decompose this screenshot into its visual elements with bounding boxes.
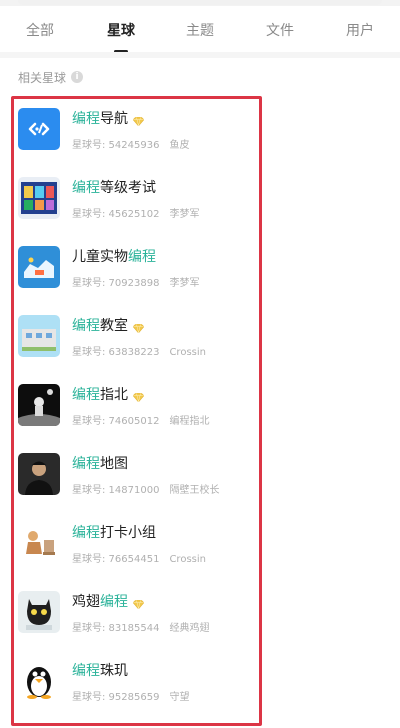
tab-files[interactable]: 文件 xyxy=(266,20,294,40)
planet-name: 编程 珠玑 xyxy=(72,660,128,680)
planet-avatar xyxy=(18,522,60,564)
diamond-icon xyxy=(132,390,145,402)
planet-owner: 编程指北 xyxy=(169,416,210,427)
planet-owner: Crossin xyxy=(169,347,206,358)
planet-id: 星球号: 14871000 xyxy=(72,485,160,496)
info-icon[interactable]: i xyxy=(71,71,84,83)
planet-list-item[interactable]: 儿童实物 编程星球号: 70923898 李梦军 xyxy=(0,246,400,314)
planet-avatar xyxy=(18,453,60,495)
planet-meta: 星球号: 95285659 守望 xyxy=(72,688,189,703)
planet-avatar xyxy=(18,591,60,633)
planet-name-keyword: 编程 xyxy=(72,663,100,679)
planet-meta: 星球号: 70923898 李梦军 xyxy=(72,274,199,289)
planet-id: 星球号: 74605012 xyxy=(72,416,160,427)
planet-name: 编程 打卡小组 xyxy=(72,522,156,542)
planet-name-keyword: 编程 xyxy=(72,180,100,196)
planet-list-item[interactable]: 编程 等级考试星球号: 45625102 李梦军 xyxy=(0,177,400,245)
planet-meta: 星球号: 76654451 Crossin xyxy=(72,550,206,565)
planet-name-prefix: 儿童实物 xyxy=(72,249,128,265)
planet-name-suffix: 等级考试 xyxy=(100,180,156,196)
planet-meta: 星球号: 14871000 隔壁王校长 xyxy=(72,481,219,496)
planet-avatar xyxy=(18,384,60,426)
planet-name-suffix: 导航 xyxy=(100,111,128,127)
section-header: 相关星球 i xyxy=(18,68,84,86)
planet-list-item[interactable]: 编程 教室星球号: 63838223 Crossin xyxy=(0,315,400,383)
planet-meta: 星球号: 74605012 编程指北 xyxy=(72,412,209,427)
planet-meta: 星球号: 83185544 经典鸡翅 xyxy=(72,619,209,634)
planet-name-suffix: 地图 xyxy=(100,456,128,472)
planet-id: 星球号: 45625102 xyxy=(72,209,160,220)
planet-name-keyword: 编程 xyxy=(128,249,156,265)
planet-id: 星球号: 70923898 xyxy=(72,278,160,289)
planet-name-suffix: 珠玑 xyxy=(100,663,128,679)
tab-planets[interactable]: 星球 xyxy=(107,20,135,40)
tab-topics[interactable]: 主题 xyxy=(186,20,214,40)
planet-name-suffix: 教室 xyxy=(100,318,128,334)
planet-owner: 经典鸡翅 xyxy=(169,623,210,634)
planet-list-item[interactable]: 鸡翅 编程星球号: 83185544 经典鸡翅 xyxy=(0,591,400,659)
planet-avatar xyxy=(18,660,60,702)
search-area-edge xyxy=(0,0,400,6)
tab-bar: 全部 星球 主题 文件 用户 xyxy=(0,8,400,53)
planet-name-keyword: 编程 xyxy=(72,525,100,541)
planet-list-item[interactable]: 编程 导航星球号: 54245936 鱼皮 xyxy=(0,108,400,176)
planet-owner: Crossin xyxy=(169,554,206,565)
planet-avatar xyxy=(18,315,60,357)
tab-users[interactable]: 用户 xyxy=(346,20,374,40)
planet-name: 鸡翅 编程 xyxy=(72,591,145,611)
diamond-icon xyxy=(132,321,145,333)
planet-name-suffix: 打卡小组 xyxy=(100,525,156,541)
planet-owner: 李梦军 xyxy=(169,278,200,289)
planet-owner: 李梦军 xyxy=(169,209,200,220)
planet-meta: 星球号: 63838223 Crossin xyxy=(72,343,206,358)
planet-meta: 星球号: 54245936 鱼皮 xyxy=(72,136,189,151)
planet-owner: 守望 xyxy=(169,692,190,703)
planet-name: 编程 教室 xyxy=(72,315,145,335)
planet-name: 编程 等级考试 xyxy=(72,177,156,197)
section-divider xyxy=(0,52,400,58)
planet-name: 编程 指北 xyxy=(72,384,145,404)
planet-avatar xyxy=(18,108,60,150)
planet-id: 星球号: 63838223 xyxy=(72,347,160,358)
diamond-icon xyxy=(132,597,145,609)
planet-id: 星球号: 95285659 xyxy=(72,692,160,703)
planet-name-suffix: 指北 xyxy=(100,387,128,403)
planet-name-keyword: 编程 xyxy=(72,111,100,127)
planet-name-keyword: 编程 xyxy=(72,387,100,403)
planet-avatar xyxy=(18,246,60,288)
planet-id: 星球号: 76654451 xyxy=(72,554,160,565)
planet-avatar xyxy=(18,177,60,219)
planet-name-keyword: 编程 xyxy=(72,318,100,334)
planet-list-item[interactable]: 编程 指北 星球号: 74605012 编程指北 xyxy=(0,384,400,452)
planet-id: 星球号: 54245936 xyxy=(72,140,160,151)
planet-list-item[interactable]: 编程 地图星球号: 14871000 隔壁王校长 xyxy=(0,453,400,521)
planet-owner: 鱼皮 xyxy=(169,140,190,151)
planet-meta: 星球号: 45625102 李梦军 xyxy=(72,205,199,220)
planet-name-prefix: 鸡翅 xyxy=(72,594,100,610)
planet-name: 编程 导航 xyxy=(72,108,145,128)
planet-list-item[interactable]: 编程 打卡小组星球号: 76654451 Crossin xyxy=(0,522,400,590)
planet-list-item[interactable]: 编程 珠玑星球号: 95285659 守望 xyxy=(0,660,400,728)
planet-name-keyword: 编程 xyxy=(100,594,128,610)
diamond-icon xyxy=(132,114,145,126)
planet-owner: 隔壁王校长 xyxy=(169,485,220,496)
planet-name-keyword: 编程 xyxy=(72,456,100,472)
planet-name: 儿童实物 编程 xyxy=(72,246,156,266)
section-title: 相关星球 xyxy=(18,70,67,85)
planet-id: 星球号: 83185544 xyxy=(72,623,160,634)
planet-name: 编程 地图 xyxy=(72,453,128,473)
tab-all[interactable]: 全部 xyxy=(26,20,54,40)
